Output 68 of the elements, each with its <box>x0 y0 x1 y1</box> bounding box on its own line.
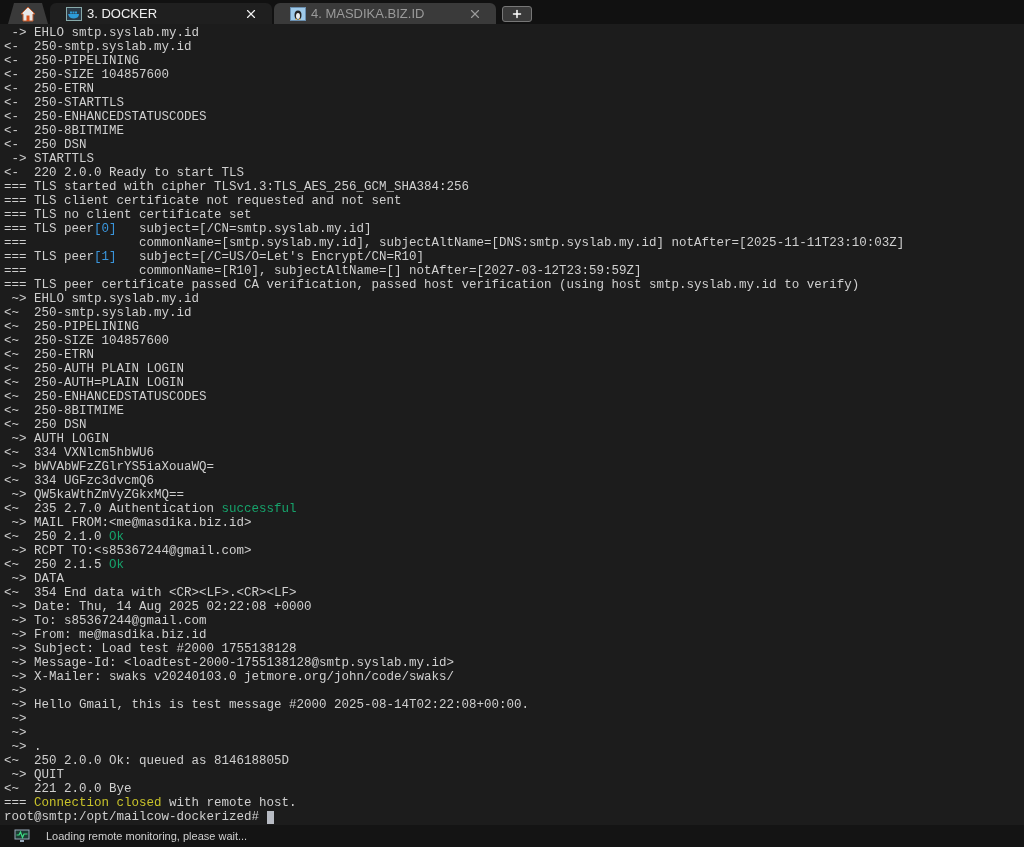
terminal-line: === commonName=[R10], subjectAltName=[] notAfter=[2027-03-12T23:59:59Z] <box>4 264 642 278</box>
terminal-line: <- 250-SIZE 104857600 <box>4 68 170 82</box>
terminal-line: ~> MAIL FROM:<me@masdika.biz.id> <box>10 516 252 530</box>
status-text: Loading remote monitoring, please wait... <box>46 828 248 844</box>
penguin-icon <box>290 6 306 21</box>
terminal-line: ~> From: me@masdika.biz.id <box>10 628 207 642</box>
terminal-line: <- 250-STARTTLS <box>4 96 125 110</box>
terminal-line: ~> QUIT <box>10 768 64 782</box>
terminal-line: <- 250-PIPELINING <box>4 54 140 68</box>
terminal-line: <~ 354 End data with <CR><LF>.<CR><LF> <box>4 586 297 600</box>
terminal-line: ~> . <box>10 740 42 754</box>
terminal-line: <~ 250-smtp.syslab.my.id <box>4 306 192 320</box>
terminal-line: <~ 250-AUTH PLAIN LOGIN <box>4 362 185 376</box>
terminal-line: <~ 235 2.7.0 Authentication successful <box>4 502 297 516</box>
terminal-line: === TLS peer[0] subject=[/CN=smtp.syslab.my.id] <box>4 222 372 236</box>
terminal-line: <~ 250-AUTH=PLAIN LOGIN <box>4 376 185 390</box>
terminal-line: <~ 250-SIZE 104857600 <box>4 334 170 348</box>
terminal-line: <~ 221 2.0.0 Bye <box>4 782 132 796</box>
terminal-line: ~> To: s85367244@gmail.com <box>10 614 207 628</box>
terminal-line: <- 250-ENHANCEDSTATUSCODES <box>4 110 207 124</box>
terminal-line: ~> <box>10 684 27 698</box>
terminal-line: ~> Message-Id: <loadtest-2000-1755138128@smtp.syslab.my.id> <box>10 656 455 670</box>
terminal-line: === Connection closed with remote host. <box>4 796 297 810</box>
cursor <box>266 810 274 824</box>
terminal-line: ~> Hello Gmail, this is test message #2000 2025-08-14T02:22:08+00:00. <box>10 698 530 712</box>
terminal-line: === commonName=[smtp.syslab.my.id], subjectAltName=[DNS:smtp.syslab.my.id] notAfter=[2025-11-11T23:10:03Z] <box>4 236 905 250</box>
terminal-line: <~ 250-ENHANCEDSTATUSCODES <box>4 390 207 404</box>
terminal-line: ~> <box>10 712 27 726</box>
terminal-line: <- 250-smtp.syslab.my.id <box>4 40 192 54</box>
monitor-icon <box>14 829 30 843</box>
terminal-line: ~> QW5kaWthZmVyZGkxMQ== <box>10 488 185 502</box>
terminal-line: === TLS peer[1] subject=[/C=US/O=Let's Encrypt/CN=R10] <box>4 250 425 264</box>
terminal-line: ~> RCPT TO:<s85367244@gmail.com> <box>10 544 252 558</box>
plus-icon <box>511 8 523 20</box>
terminal-line: <- 220 2.0.0 Ready to start TLS <box>4 166 245 180</box>
terminal-line: ~> EHLO smtp.syslab.my.id <box>10 292 200 306</box>
terminal-line: <~ 250-8BITMIME <box>4 404 125 418</box>
terminal-line: <~ 334 VXNlcm5hbWU6 <box>4 446 155 460</box>
terminal-line: -> EHLO smtp.syslab.my.id <box>10 26 200 40</box>
terminal-line: -> STARTTLS <box>10 152 94 166</box>
terminal-line: <~ 250 2.0.0 Ok: queued as 814618805D <box>4 754 290 768</box>
terminal-line: <- 250-8BITMIME <box>4 124 125 138</box>
terminal-line: ~> AUTH LOGIN <box>10 432 110 446</box>
home-tab[interactable] <box>8 3 48 24</box>
whale-icon <box>66 6 82 21</box>
terminal-line: === TLS no client certificate set <box>4 208 252 222</box>
terminal-line: <~ 250-ETRN <box>4 348 94 362</box>
terminal-line: ~> Subject: Load test #2000 1755138128 <box>10 642 297 656</box>
terminal-line: <~ 250 2.1.5 Ok <box>4 558 125 572</box>
tab[interactable]: 4. MASDIKA.BIZ.ID <box>274 3 496 24</box>
terminal-line: === TLS started with cipher TLSv1.3:TLS_AES_256_GCM_SHA384:256 <box>4 180 470 194</box>
terminal-line: ~> DATA <box>10 572 64 586</box>
new-tab-button[interactable] <box>502 6 532 22</box>
terminal-line: === TLS client certificate not requested and not sent <box>4 194 402 208</box>
terminal-line: ~> Date: Thu, 14 Aug 2025 02:22:08 +0000 <box>10 600 312 614</box>
terminal-line: <~ 250 2.1.0 Ok <box>4 530 125 544</box>
terminal-line: <~ 334 UGFzc3dvcmQ6 <box>4 474 155 488</box>
shell-prompt: root@smtp:/opt/mailcow-dockerized# <box>4 810 261 824</box>
terminal-line: <~ 250-PIPELINING <box>4 320 140 334</box>
terminal-line: === TLS peer certificate passed CA verification, passed host verification (using host smtp.syslab.my.id to verify) <box>4 278 860 292</box>
terminal-line: <- 250-ETRN <box>4 82 94 96</box>
terminal-line: ~> X-Mailer: swaks v20240103.0 jetmore.org/john/code/swaks/ <box>10 670 455 684</box>
terminal-line: <~ 250 DSN <box>4 418 87 432</box>
terminal-line: ~> bWVAbWFzZGlrYS5iaXouaWQ= <box>10 460 215 474</box>
house-icon <box>20 5 36 22</box>
terminal-line: ~> <box>10 726 27 740</box>
tab[interactable]: 3. DOCKER <box>50 3 272 24</box>
terminal-line: <- 250 DSN <box>4 138 87 152</box>
